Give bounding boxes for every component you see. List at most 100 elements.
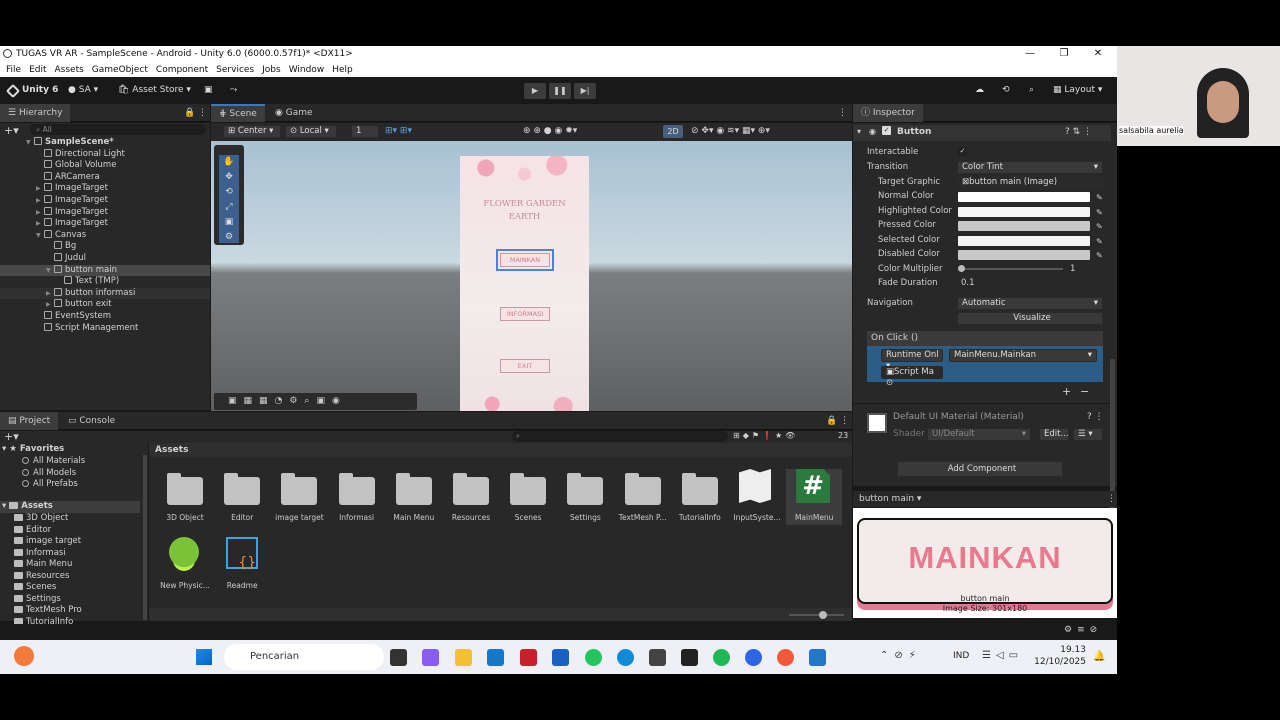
tree-scrollbar[interactable] <box>143 455 147 620</box>
windows-start-icon[interactable] <box>196 649 212 665</box>
pressed-color-swatch[interactable] <box>958 221 1090 231</box>
space-dropdown[interactable]: ⊙ Local ▾ <box>285 125 337 138</box>
mcafee-icon[interactable] <box>520 649 537 666</box>
scene-view[interactable]: ✋ ✥ ⟲ ⤢ ▣ ⚙ FLOWER GARDEN EARTH MAINKAN INFOR… <box>211 141 852 411</box>
firefox-icon[interactable] <box>777 649 794 666</box>
exit-button-preview[interactable]: EXIT <box>500 359 550 373</box>
more-menu-icon[interactable]: ⋮ <box>198 108 207 118</box>
selected-color-swatch[interactable] <box>958 236 1090 246</box>
asset-item[interactable]: Resources <box>443 469 499 525</box>
asset-store-button[interactable]: 🛍 Asset Store ▾ <box>118 85 191 95</box>
layout-dropdown[interactable]: ▦ Layout ▾ <box>1053 85 1102 95</box>
expand-arrow-icon[interactable]: ▼ <box>26 137 34 149</box>
asset-item[interactable]: # MainMenu <box>786 469 843 525</box>
onclick-event-row[interactable]: Runtime Onl ▾ MainMenu.Mainkan▾ ▣Script … <box>867 346 1103 388</box>
scene-visibility-icons[interactable]: ⊘ ✥▾ ◉ ≋▾ ▦▾ ⊕▾ <box>691 126 770 136</box>
asset-folder-item[interactable]: Main Menu <box>14 559 72 571</box>
favorite-item[interactable]: All Models <box>22 468 76 480</box>
navigation-dropdown[interactable]: Automatic ▾ <box>957 297 1103 310</box>
hierarchy-item[interactable]: ▼ Canvas <box>0 229 210 242</box>
visual-studio-icon[interactable] <box>552 649 569 666</box>
minimize-button[interactable]: — <box>1013 46 1047 62</box>
expand-arrow-icon[interactable]: ▶ <box>46 299 54 311</box>
assets-root[interactable]: ▾ Assets <box>0 501 140 513</box>
tool-buttons[interactable]: ✋ ✥ ⟲ ⤢ ▣ ⚙ <box>219 155 239 243</box>
notification-bell-icon[interactable]: 🔔 <box>1093 651 1105 662</box>
tab-scene[interactable]: ⋕ Scene <box>211 104 265 122</box>
asset-folder-item[interactable]: TextMesh Pro <box>14 605 82 617</box>
favorites-header[interactable]: ▾ ★ Favorites <box>2 444 64 456</box>
asset-item[interactable]: TutorialInfo <box>672 469 728 525</box>
project-filter-icons[interactable]: ⊞◆⚑❗★👁 <box>733 431 798 440</box>
spotify-icon[interactable] <box>713 649 730 666</box>
app-icon[interactable] <box>390 649 407 666</box>
unity-hub-icon[interactable] <box>649 649 666 666</box>
notification-icon[interactable] <box>14 646 34 666</box>
whatsapp-icon[interactable] <box>585 649 602 666</box>
overlay-toolbar[interactable]: ▣▦▦◔⚙⌕▣◉ <box>214 393 417 410</box>
hierarchy-item[interactable]: Text (TMP) <box>0 276 210 288</box>
multiplier-slider-track[interactable] <box>961 268 1063 270</box>
store-icon[interactable] <box>487 649 504 666</box>
cloud-services-icon[interactable]: ☁ <box>975 85 984 95</box>
menu-window[interactable]: Window <box>285 65 329 75</box>
pivot-dropdown[interactable]: ⊞ Center ▾ <box>223 125 281 138</box>
shader-options-dropdown[interactable]: ☰ ▾ <box>1073 428 1103 441</box>
asset-folder-item[interactable]: 3D Object <box>14 513 68 525</box>
menu-help[interactable]: Help <box>328 65 357 75</box>
search-icon[interactable]: ⌕ <box>1029 85 1034 95</box>
asset-folder-item[interactable]: Editor <box>14 525 51 537</box>
menu-file[interactable]: File <box>2 65 25 75</box>
component-menu-icons[interactable]: ? ⇅ ⋮ <box>1065 127 1092 137</box>
expand-arrow-icon[interactable]: ▶ <box>36 183 44 195</box>
asset-item[interactable]: Main Menu <box>386 469 442 525</box>
asset-folder-item[interactable]: Informasi <box>14 548 66 560</box>
vscode-icon[interactable] <box>809 649 826 666</box>
network-sound-battery-icons[interactable]: ☰◁▭ <box>982 650 1023 661</box>
expand-arrow-icon[interactable]: ▼ <box>36 230 44 242</box>
clock-date[interactable]: 12/10/2025 <box>1030 657 1086 667</box>
play-button[interactable]: ▶ <box>524 83 546 99</box>
expand-arrow-icon[interactable]: ▶ <box>36 218 44 230</box>
hierarchy-item[interactable]: ▶ button informasi <box>0 287 210 300</box>
breadcrumb-assets[interactable]: Assets <box>155 445 188 455</box>
toggle-2d-button[interactable]: 2D <box>663 125 683 138</box>
asset-folder-item[interactable]: Scenes <box>14 582 56 594</box>
menu-gameobject[interactable]: GameObject <box>88 65 152 75</box>
menu-edit[interactable]: Edit <box>25 65 50 75</box>
asset-item[interactable]: image target <box>271 469 327 525</box>
visualize-button[interactable]: Visualize <box>957 312 1103 325</box>
lock-icon[interactable]: 🔒 <box>184 108 195 118</box>
script-object-field[interactable]: ▣Script Ma ⊙ <box>881 366 943 388</box>
draw-mode-icons[interactable]: ⊕ ⊕ ● ◉ ✹▾ <box>523 126 577 136</box>
highlighted-color-swatch[interactable] <box>958 207 1090 217</box>
maximize-button[interactable]: ❐ <box>1047 46 1081 62</box>
account-button[interactable]: ● SA ▾ <box>68 85 98 95</box>
asset-item[interactable]: TextMesh P... <box>615 469 671 525</box>
tab-game[interactable]: ◉ Game <box>267 104 321 122</box>
remove-event-button[interactable]: − <box>1080 385 1089 398</box>
add-event-button[interactable]: + <box>1062 385 1071 398</box>
expand-arrow-icon[interactable]: ▶ <box>36 195 44 207</box>
zoom-icon[interactable] <box>745 649 762 666</box>
asset-item[interactable]: Settings <box>557 469 613 525</box>
asset-item[interactable]: Editor <box>214 469 270 525</box>
clock-time[interactable]: 19.13 <box>1040 645 1086 655</box>
asset-item[interactable]: Informasi <box>329 469 385 525</box>
component-enabled-checkbox[interactable]: ✓ <box>882 126 891 135</box>
multiplier-slider-thumb[interactable] <box>958 265 965 272</box>
hierarchy-item[interactable]: ▼ SampleScene* <box>0 137 210 149</box>
history-icon[interactable]: ⟲ <box>1002 85 1010 95</box>
favorite-item[interactable]: All Materials <box>22 456 85 468</box>
preview-more-icon[interactable]: ⋮ <box>1107 494 1116 504</box>
zoom-slider-thumb[interactable] <box>819 611 827 619</box>
asset-folder-item[interactable]: Resources <box>14 571 69 583</box>
hierarchy-item[interactable]: Bg <box>0 241 210 253</box>
asset-item[interactable]: 3D Object <box>157 469 213 525</box>
fade-duration-value[interactable]: 0.1 <box>961 276 975 290</box>
grid-size-field[interactable]: 1 <box>351 125 379 138</box>
eyedropper-icons[interactable]: ✎ ✎ ✎ ✎ ✎ <box>1096 191 1103 264</box>
hierarchy-item[interactable]: ▼ button main <box>0 264 210 277</box>
menu-assets[interactable]: Assets <box>51 65 88 75</box>
asset-item[interactable]: {} Readme <box>214 537 270 593</box>
